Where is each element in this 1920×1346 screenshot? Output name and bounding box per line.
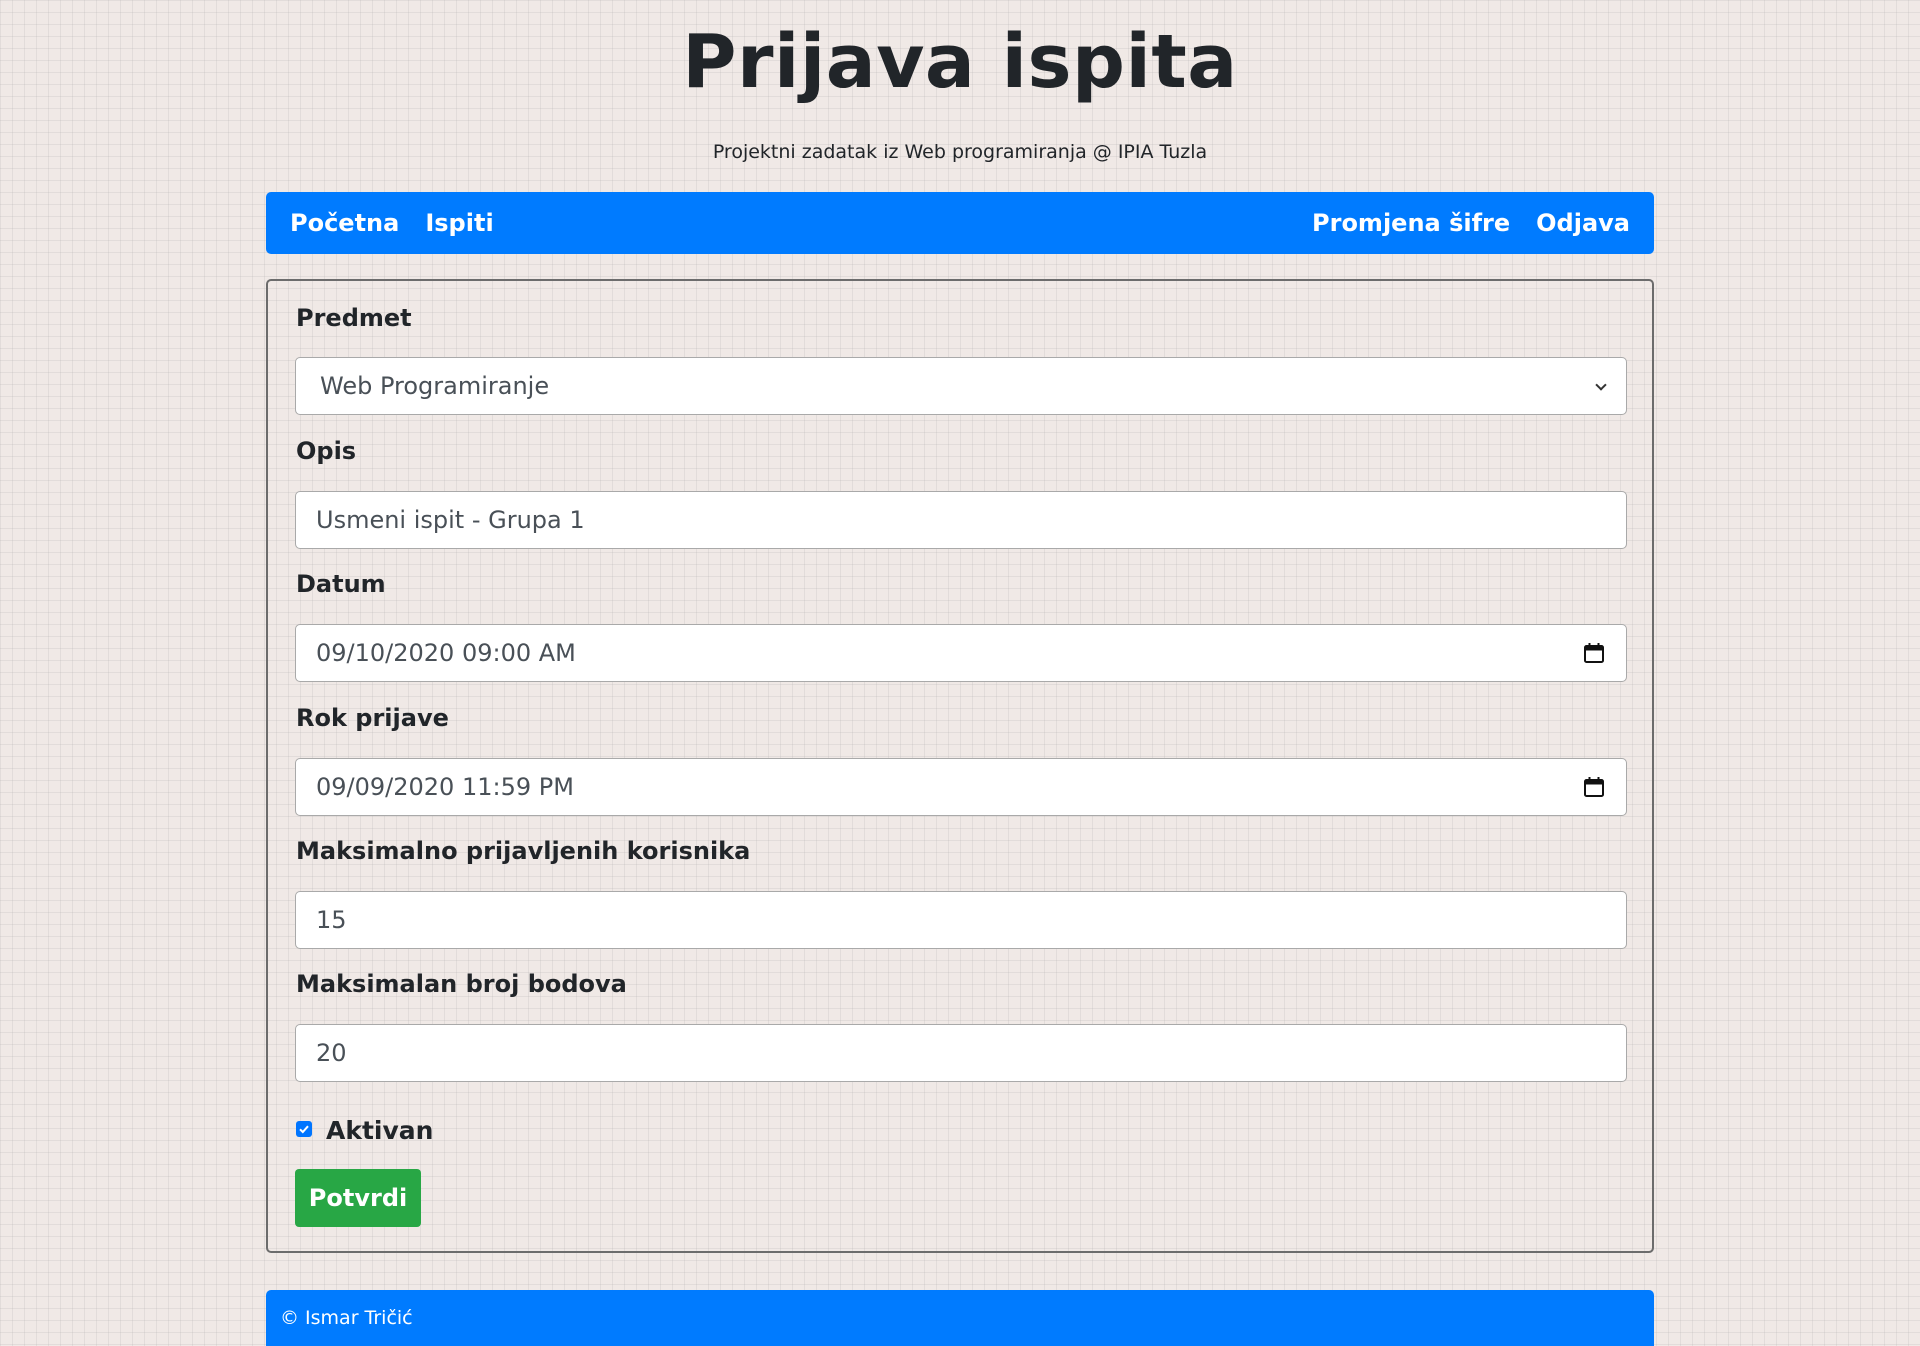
predmet-select-value: Web Programiranje — [320, 372, 550, 400]
exam-form: Predmet Web Programiranje Opis Usmeni is… — [266, 279, 1654, 1253]
checkmark-icon — [299, 1125, 309, 1134]
datum-input-value: 09/10/2020 09:00 AM — [316, 639, 576, 667]
opis-input-value: Usmeni ispit - Grupa 1 — [316, 506, 585, 534]
nav-link-ispiti[interactable]: Ispiti — [425, 208, 493, 238]
opis-label: Opis — [296, 437, 357, 465]
rok-prijave-input-value: 09/09/2020 11:59 PM — [316, 773, 574, 801]
max-korisnika-input-value: 15 — [316, 906, 347, 934]
nav-link-odjava[interactable]: Odjava — [1536, 208, 1630, 238]
chevron-down-icon — [1596, 381, 1606, 391]
main-navbar: Početna Ispiti Promjena šifre Odjava — [266, 192, 1654, 254]
aktivan-row: Aktivan — [296, 1112, 433, 1146]
max-bodova-input[interactable]: 20 — [295, 1024, 1627, 1082]
max-bodova-label: Maksimalan broj bodova — [296, 970, 627, 998]
nav-link-pocetna[interactable]: Početna — [290, 208, 399, 238]
rok-prijave-label: Rok prijave — [296, 704, 449, 732]
aktivan-label: Aktivan — [326, 1116, 434, 1145]
calendar-icon[interactable] — [1582, 641, 1606, 665]
page-subtitle: Projektni zadatak iz Web programiranja @… — [712, 141, 1208, 163]
opis-input[interactable]: Usmeni ispit - Grupa 1 — [295, 491, 1627, 549]
navbar-right-group: Promjena šifre Odjava — [1312, 208, 1630, 238]
max-bodova-input-value: 20 — [316, 1039, 347, 1067]
page-footer: © Ismar Tričić — [266, 1290, 1654, 1346]
max-korisnika-label: Maksimalno prijavljenih korisnika — [296, 837, 751, 865]
predmet-select[interactable]: Web Programiranje — [295, 357, 1627, 415]
navbar-left-group: Početna Ispiti — [290, 208, 494, 238]
datum-label: Datum — [296, 570, 386, 598]
rok-prijave-input[interactable]: 09/09/2020 11:59 PM — [295, 758, 1627, 816]
predmet-label: Predmet — [296, 304, 412, 332]
submit-button[interactable]: Potvrdi — [295, 1169, 421, 1227]
aktivan-checkbox[interactable] — [296, 1121, 312, 1137]
nav-link-promjena-sifre[interactable]: Promjena šifre — [1312, 208, 1510, 238]
footer-copyright: © Ismar Tričić — [280, 1307, 413, 1329]
calendar-icon[interactable] — [1582, 775, 1606, 799]
max-korisnika-input[interactable]: 15 — [295, 891, 1627, 949]
page-title: Prijava ispita — [682, 19, 1238, 105]
datum-input[interactable]: 09/10/2020 09:00 AM — [295, 624, 1627, 682]
